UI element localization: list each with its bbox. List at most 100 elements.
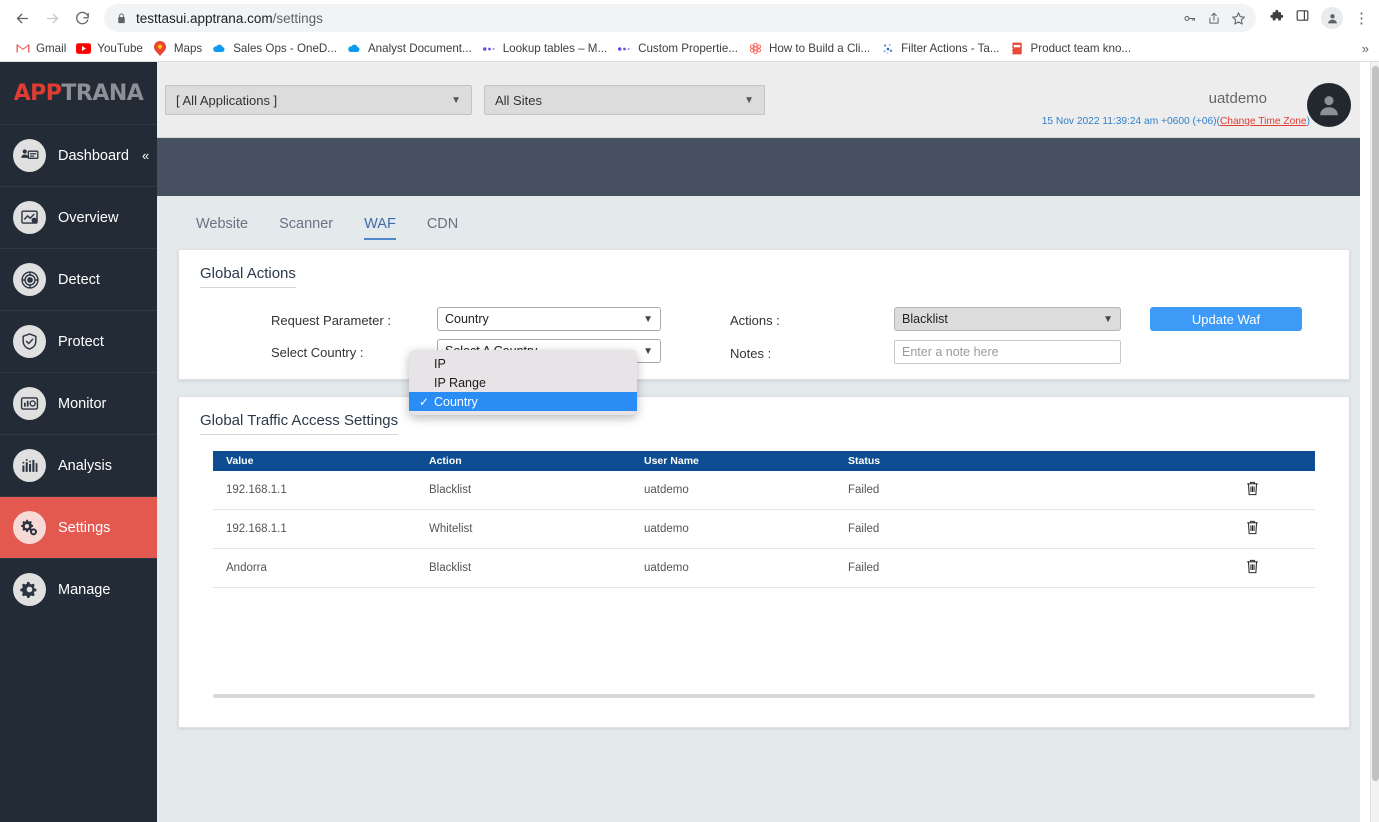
bookmark-label: Maps [173, 42, 203, 55]
notes-input[interactable]: Enter a note here [894, 340, 1121, 364]
check-icon: ✓ [419, 394, 430, 409]
global-actions-title: Global Actions [200, 250, 296, 288]
table-row[interactable]: Andorra Blacklist uatdemo Failed [213, 549, 1315, 588]
sites-select-value: All Sites [495, 92, 542, 108]
sidebar-item-dashboard[interactable]: Dashboard « [0, 124, 157, 186]
settings-tabs: Website Scanner WAF CDN [177, 196, 1350, 240]
sidebar: APP TRANA Dashboard « Overview Detect Pr… [0, 62, 157, 822]
sites-select[interactable]: All Sites ▼ [484, 85, 765, 115]
delete-row-button[interactable] [1222, 480, 1282, 500]
bookmark-maps[interactable]: Maps [150, 39, 209, 58]
secondary-header-band [157, 138, 1370, 196]
address-bar[interactable]: testtasui.apptrana.com/settings [104, 4, 1256, 32]
collapse-sidebar-icon[interactable]: « [142, 148, 149, 163]
user-avatar-icon[interactable] [1307, 83, 1351, 127]
browser-chrome: testtasui.apptrana.com/settings ⋮ Gmail … [0, 0, 1379, 62]
address-bar-url: testtasui.apptrana.com/settings [136, 10, 323, 26]
delete-row-button[interactable] [1222, 519, 1282, 539]
option-label: IP Range [434, 375, 486, 390]
detect-target-icon [13, 263, 46, 296]
extensions-puzzle-icon[interactable] [1269, 8, 1284, 28]
protect-shield-icon [13, 325, 46, 358]
content-area: Website Scanner WAF CDN Global Actions R… [157, 196, 1370, 822]
global-traffic-title: Global Traffic Access Settings [200, 397, 399, 435]
global-traffic-panel: Global Traffic Access Settings Value Act… [178, 396, 1350, 728]
sidebar-item-protect[interactable]: Protect [0, 310, 157, 372]
trash-icon[interactable] [1245, 558, 1260, 578]
trash-icon[interactable] [1245, 519, 1260, 539]
table-row[interactable]: 192.168.1.1 Whitelist uatdemo Failed [213, 510, 1315, 549]
cell-action: Blacklist [429, 484, 472, 496]
tab-cdn[interactable]: CDN [427, 216, 458, 240]
password-key-icon[interactable] [1182, 11, 1197, 26]
delete-row-button[interactable] [1222, 558, 1282, 578]
cell-status: Failed [848, 523, 880, 535]
bookmark-product-team[interactable]: Product team kno... [1007, 39, 1139, 58]
monitor-icon [13, 387, 46, 420]
bookmarks-overflow-button[interactable]: » [1362, 41, 1371, 56]
trash-icon[interactable] [1245, 480, 1260, 500]
request-parameter-select-control[interactable]: Country ▼ [437, 307, 661, 331]
bookmark-youtube[interactable]: YouTube [73, 39, 150, 58]
analysis-bars-icon [13, 449, 46, 482]
actions-select[interactable]: Blacklist ▼ [894, 307, 1121, 331]
bookmark-custom-properties[interactable]: Custom Propertie... [614, 39, 745, 58]
sidebar-item-label: Analysis [58, 457, 112, 474]
page-scrollbar-thumb[interactable] [1372, 66, 1379, 781]
share-icon[interactable] [1207, 11, 1221, 26]
request-parameter-select[interactable]: Country ▼ [437, 307, 661, 331]
dropdown-option-country[interactable]: ✓ Country [409, 392, 637, 411]
sidebar-item-label: Detect [58, 271, 100, 288]
actions-select-control[interactable]: Blacklist ▼ [894, 307, 1121, 331]
bookmark-analyst-document[interactable]: Analyst Document... [344, 39, 479, 58]
sidebar-item-analysis[interactable]: Analysis [0, 434, 157, 496]
bookmark-how-to-build[interactable]: How to Build a Cli... [745, 39, 877, 58]
timestamp-text: 15 Nov 2022 11:39:24 am +0600 (+06)( [1041, 116, 1220, 127]
request-parameter-value: Country [445, 312, 489, 326]
dropdown-option-ip[interactable]: IP [409, 354, 637, 373]
update-waf-button[interactable]: Update Waf [1150, 307, 1302, 331]
page-scrollbar[interactable] [1370, 62, 1379, 822]
sidebar-item-monitor[interactable]: Monitor [0, 372, 157, 434]
sidebar-item-manage[interactable]: Manage [0, 558, 157, 620]
global-actions-title-wrap: Global Actions [179, 250, 1349, 288]
bookmark-label: Custom Propertie... [638, 42, 738, 55]
column-header-status: Status [848, 455, 881, 467]
change-time-zone-link[interactable]: Change Time Zone [1220, 116, 1307, 127]
chevron-down-icon: ▼ [744, 94, 754, 106]
tab-website[interactable]: Website [196, 216, 248, 240]
bookmark-gmail[interactable]: Gmail [12, 39, 73, 58]
logo-trana: TRANA [61, 80, 144, 106]
forward-arrow-icon[interactable] [38, 4, 66, 32]
application-select[interactable]: [ All Applications ] ▼ [165, 85, 472, 115]
request-parameter-dropdown-popup[interactable]: IP IP Range ✓ Country [409, 350, 637, 415]
bookmark-sales-ops[interactable]: Sales Ops - OneD... [209, 39, 344, 58]
dropdown-option-ip-range[interactable]: IP Range [409, 373, 637, 392]
tab-scanner[interactable]: Scanner [279, 216, 333, 240]
notes-input-control[interactable]: Enter a note here [894, 340, 1121, 364]
application-select-value: [ All Applications ] [176, 92, 278, 108]
bookmark-star-icon[interactable] [1231, 11, 1246, 26]
back-arrow-icon[interactable] [8, 4, 36, 32]
reload-icon[interactable] [68, 4, 96, 32]
tab-waf[interactable]: WAF [364, 216, 396, 240]
table-row[interactable]: 192.168.1.1 Blacklist uatdemo Failed [213, 471, 1315, 510]
sidebar-item-overview[interactable]: Overview [0, 186, 157, 248]
side-panel-icon[interactable] [1295, 8, 1310, 28]
kebab-menu-icon[interactable]: ⋮ [1354, 11, 1369, 26]
bookmark-filter-actions[interactable]: Filter Actions - Ta... [877, 39, 1006, 58]
cell-action: Whitelist [429, 523, 473, 535]
bookmark-lookup-tables[interactable]: Lookup tables – M... [479, 39, 614, 58]
timestamp: 15 Nov 2022 11:39:24 am +0600 (+06)(Chan… [1042, 116, 1310, 127]
profile-avatar-icon[interactable] [1321, 7, 1343, 29]
sidebar-item-detect[interactable]: Detect [0, 248, 157, 310]
bookmark-label: Sales Ops - OneD... [233, 42, 337, 55]
sidebar-item-settings[interactable]: Settings [0, 496, 157, 558]
bookmark-label: Product team kno... [1030, 42, 1132, 55]
notes-placeholder: Enter a note here [902, 345, 999, 359]
cell-value: Andorra [226, 562, 267, 574]
user-name: uatdemo [1208, 90, 1267, 107]
bookmark-label: Filter Actions - Ta... [901, 42, 1000, 55]
cell-status: Failed [848, 562, 880, 574]
table-horizontal-scrollbar[interactable] [213, 694, 1315, 698]
